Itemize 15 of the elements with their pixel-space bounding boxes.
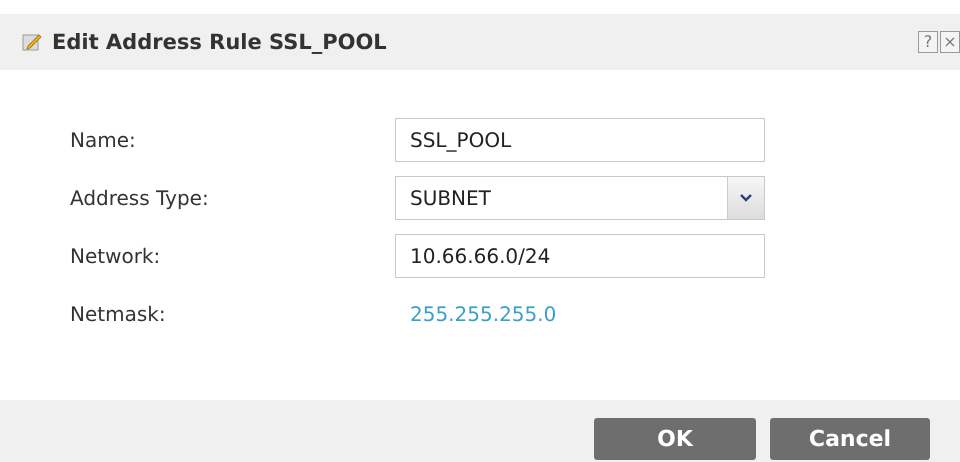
close-button[interactable]: × xyxy=(940,31,960,53)
field-label: Netmask: xyxy=(70,302,167,326)
input-field[interactable]: 10.66.66.0/24 xyxy=(395,234,765,278)
edit-icon xyxy=(22,32,42,52)
ok-button[interactable]: OK xyxy=(594,418,756,460)
field-value: 255.255.255.0 xyxy=(409,302,556,326)
field-label: Name: xyxy=(70,128,137,152)
field-label: Address Type: xyxy=(70,186,210,210)
window-title: Edit Address Rule SSL_POOL xyxy=(52,30,387,54)
chevron-down-icon xyxy=(740,194,752,202)
dropdown-field[interactable]: SUBNET xyxy=(395,176,765,220)
input-field[interactable]: SSL_POOL xyxy=(395,118,765,162)
field-label: Network: xyxy=(70,244,162,268)
help-button[interactable]: ? xyxy=(918,31,938,53)
cancel-button[interactable]: Cancel xyxy=(770,418,930,460)
